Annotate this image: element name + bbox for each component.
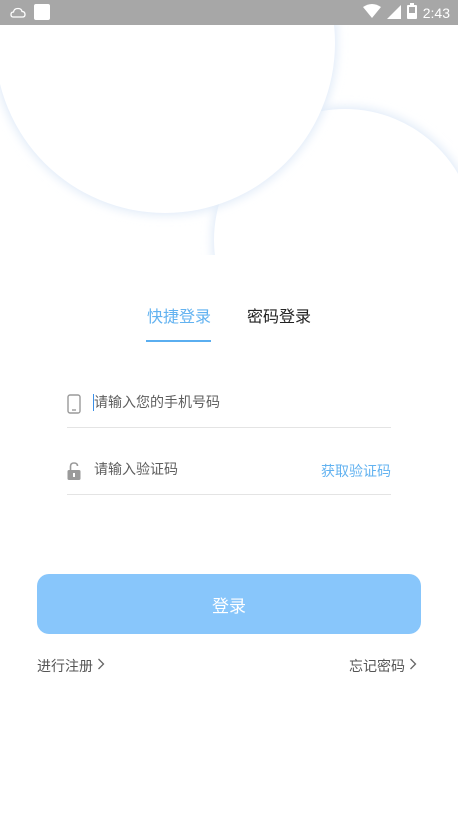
square-icon <box>34 4 50 24</box>
forgot-password-link[interactable]: 忘记密码 <box>349 656 417 676</box>
decorative-background <box>0 25 458 255</box>
battery-icon <box>406 3 417 23</box>
lock-icon <box>67 461 81 481</box>
code-field: 获取验证码 <box>67 450 391 495</box>
chevron-right-icon <box>409 658 417 674</box>
tab-quick-login[interactable]: 快捷登录 <box>147 305 211 329</box>
register-link-label: 进行注册 <box>37 659 93 675</box>
tab-password-login[interactable]: 密码登录 <box>247 305 311 329</box>
chevron-right-icon <box>97 658 105 674</box>
login-tabs: 快捷登录 密码登录 <box>0 305 458 345</box>
phone-input[interactable] <box>94 392 304 414</box>
forgot-password-label: 忘记密码 <box>349 659 405 675</box>
phone-field <box>67 383 391 428</box>
notification-icon <box>10 5 26 24</box>
status-bar: 2:43 <box>0 0 458 25</box>
login-button[interactable]: 登录 <box>37 574 421 634</box>
code-input[interactable] <box>94 459 294 481</box>
status-time: 2:43 <box>422 5 450 21</box>
get-code-button[interactable]: 获取验证码 <box>321 461 391 481</box>
active-tab-indicator <box>146 340 211 342</box>
text-caret <box>93 394 94 411</box>
phone-icon <box>67 394 81 414</box>
signal-icon <box>386 4 401 23</box>
wifi-icon <box>362 3 381 23</box>
register-link[interactable]: 进行注册 <box>37 656 105 676</box>
